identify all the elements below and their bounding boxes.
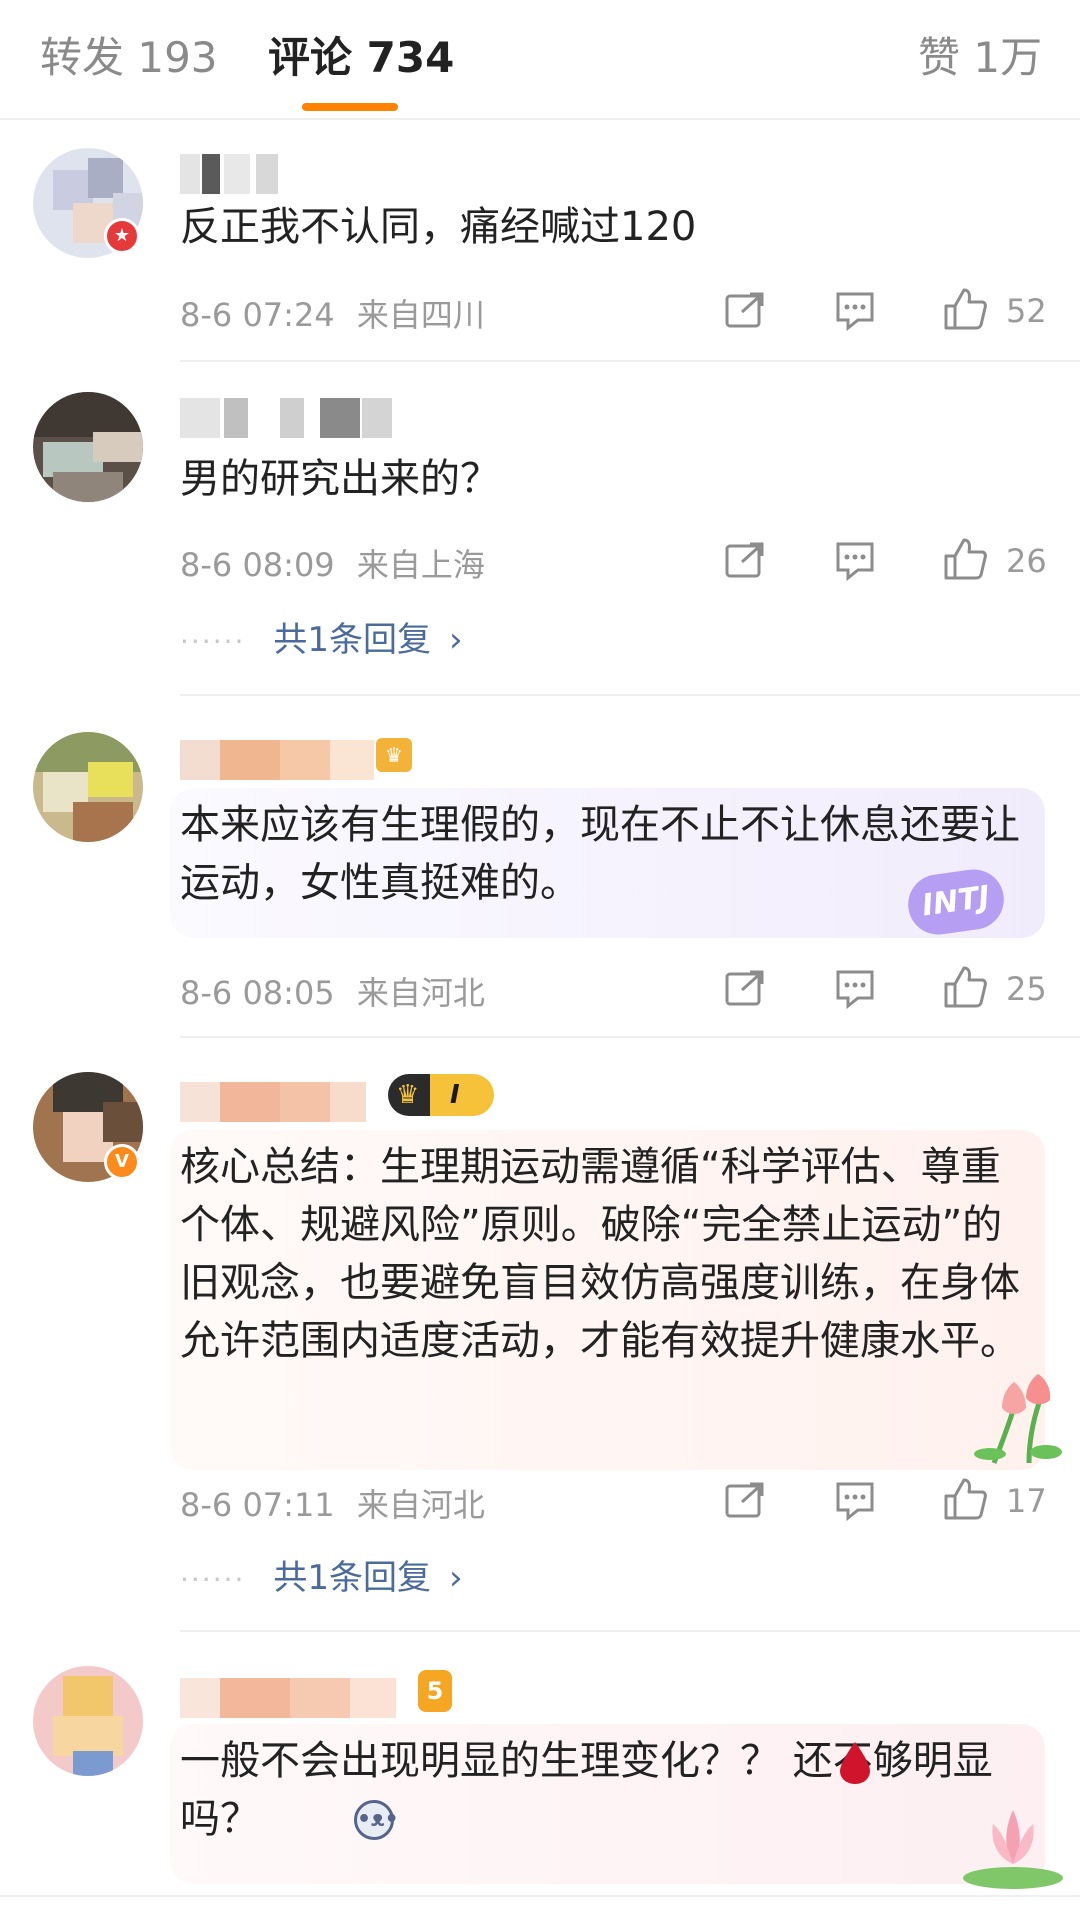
comment-meta: 8-6 07:24 来自四川 [180,290,485,336]
view-replies-link[interactable]: ······ 共1条回复 › [180,1550,463,1599]
comment-location: 来自河北 [356,1486,485,1524]
comment-text: 反正我不认同，痛经喊过120 [180,204,697,250]
comment-location: 来自四川 [356,296,485,334]
tulip-sticker-icon [974,1374,1062,1464]
share-icon[interactable] [724,1480,766,1520]
active-tab-indicator [302,103,398,111]
like-count: 52 [1006,292,1047,330]
avatar[interactable] [33,732,143,842]
dots-icon: ······ [180,625,246,658]
avatar[interactable] [33,1666,143,1776]
doge-emoji-icon: •ᴥ• [354,1800,399,1840]
tab-comments[interactable]: 评论 734 [268,30,454,86]
level-badge-icon: 5 [418,1670,452,1712]
comment-icon[interactable] [834,540,876,582]
comment-time: 8-6 07:11 [180,1486,335,1524]
like-count: 17 [1006,1482,1047,1520]
tab-repost[interactable]: 转发 193 [40,30,218,86]
crown-level-icon: ♛ [376,738,412,772]
username-blurred[interactable] [180,1678,400,1718]
comment-location: 来自河北 [356,974,485,1012]
bottom-divider [0,1895,1080,1897]
crown-icon: ♛ [396,1080,420,1110]
comment-item: 男的研究出来的？ 8-6 08:09 来自上海 26 ······ 共1条回复 › [0,362,1080,692]
username-blurred[interactable] [180,398,400,438]
comment-tabs: 转发 193 评论 734 赞 1万 [0,0,1080,120]
share-icon[interactable] [724,290,766,330]
comment-item: ♛ 本来应该有生理假的，现在不止不让休息还要让运动，女性真挺难的。 INTJ 8… [0,696,1080,1036]
comment-item: ★ 反正我不认同，痛经喊过120 8-6 07:24 来自四川 52 [0,120,1080,360]
chevron-right-icon: › [449,620,463,660]
comment-text: 一般不会出现明显的生理变化？？ 还不够明显吗？ [180,1732,1020,1848]
share-icon[interactable] [724,968,766,1008]
replies-count: 共1条回复 [273,1558,432,1598]
comment-meta: 8-6 07:11 来自河北 [180,1480,485,1526]
like-icon[interactable] [942,964,988,1010]
username-blurred[interactable] [180,154,290,194]
like-count: 25 [1006,970,1047,1008]
comment-item: V ♛ I 核心总结：生理期运动需遵循“科学评估、尊重个体、规避风险”原则。破除… [0,1038,1080,1628]
comment-meta: 8-6 08:09 来自上海 [180,540,485,586]
tab-likes[interactable]: 赞 1万 [918,30,1042,86]
blood-drop-icon [840,1742,870,1784]
comment-icon[interactable] [834,1480,876,1522]
comment-meta: 8-6 08:05 来自河北 [180,968,485,1014]
verified-badge-icon: V [104,1144,140,1180]
like-count: 26 [1006,542,1047,580]
level-label: 5 [426,1677,444,1705]
username-blurred[interactable] [180,740,380,780]
avatar[interactable] [33,392,143,502]
comment-icon[interactable] [834,290,876,332]
verified-badge-icon: ★ [104,218,140,254]
comment-location: 来自上海 [356,546,485,584]
comment-text: 男的研究出来的？ [180,456,500,502]
sticker-label: INTJ [919,879,992,924]
lotus-sticker-icon [963,1810,1063,1889]
level-label: I [450,1080,460,1110]
comment-item: 5 一般不会出现明显的生理变化？？ 还不够明显吗？ •ᴥ• [0,1632,1080,1919]
username-blurred[interactable] [180,1082,370,1122]
comment-text: 本来应该有生理假的，现在不止不让休息还要让运动，女性真挺难的。 [180,802,1020,906]
comment-time: 8-6 08:09 [180,546,335,584]
replies-count: 共1条回复 [273,620,432,660]
crown-level-icon: ♛ I [388,1074,494,1116]
dots-icon: ······ [180,1563,246,1596]
like-icon[interactable] [942,286,988,332]
share-icon[interactable] [724,540,766,580]
comment-time: 8-6 07:24 [180,296,335,334]
comment-icon[interactable] [834,968,876,1010]
view-replies-link[interactable]: ······ 共1条回复 › [180,612,463,661]
comment-time: 8-6 08:05 [180,974,335,1012]
chevron-right-icon: › [449,1558,463,1598]
like-icon[interactable] [942,1476,988,1522]
comment-text: 核心总结：生理期运动需遵循“科学评估、尊重个体、规避风险”原则。破除“完全禁止运… [180,1144,1020,1364]
like-icon[interactable] [942,536,988,582]
